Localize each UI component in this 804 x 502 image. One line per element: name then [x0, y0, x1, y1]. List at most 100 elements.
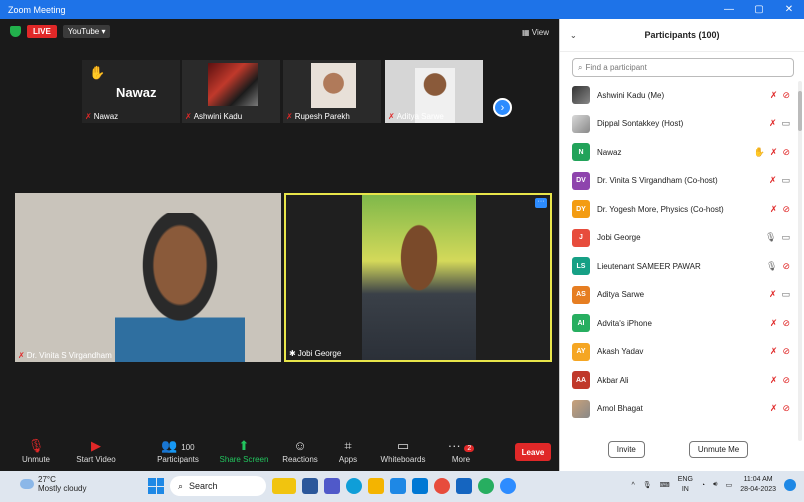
video-feed: [311, 63, 356, 108]
video-off-icon: ⊘: [782, 374, 790, 385]
avatar: DY: [572, 200, 590, 219]
thumb-name: Aditya Sarwe: [396, 112, 444, 121]
keyboard-icon[interactable]: ⌨: [660, 481, 670, 489]
mic-off-icon: ✗: [769, 346, 778, 357]
whiteboards-button[interactable]: ▭ Whiteboards: [374, 437, 432, 464]
security-shield-icon[interactable]: [10, 26, 21, 37]
video-icon: ▭: [781, 232, 790, 243]
video-off-icon: ⊘: [782, 260, 790, 271]
participant-name: Jobi George: [597, 233, 641, 243]
microphone-icon[interactable]: 🎙︎: [643, 481, 652, 489]
file-explorer-icon[interactable]: [368, 478, 384, 494]
thumb-tile-nawaz[interactable]: ✋ Nawaz ✗ Nawaz: [82, 60, 180, 123]
participant-row[interactable]: DY Dr. Yogesh More, Physics (Co-host) ✗ ⊘: [560, 195, 796, 224]
apps-label: Apps: [338, 455, 358, 464]
reactions-button[interactable]: ☺ Reactions: [278, 437, 322, 464]
weather-widget[interactable]: 27°C Mostly cloudy: [20, 475, 86, 493]
live-badge[interactable]: LIVE: [27, 25, 57, 38]
avatar: [572, 114, 590, 133]
minimize-button[interactable]: —: [714, 4, 744, 15]
lang-region: IN: [681, 486, 689, 493]
view-label: View: [531, 28, 549, 37]
participant-row[interactable]: Amol Bhagat ✗ ⊘: [560, 395, 796, 424]
video-feed: [362, 195, 476, 360]
leave-button[interactable]: Leave: [515, 443, 551, 461]
mic-off-icon: ✗: [185, 112, 192, 121]
scrollbar[interactable]: [798, 81, 802, 441]
participant-name: Amol Bhagat: [597, 404, 643, 414]
participant-row[interactable]: AA Akbar Ali ✗ ⊘: [560, 366, 796, 395]
unmute-button[interactable]: 🎙︎ Unmute: [14, 437, 58, 464]
participant-row[interactable]: AY Akash Yadav ✗ ⊘: [560, 338, 796, 367]
participant-name: Akbar Ali: [597, 375, 629, 385]
store-app-icon[interactable]: [390, 478, 406, 494]
more-button[interactable]: ··· 2 More: [444, 437, 478, 464]
widgets-app-icon[interactable]: [272, 478, 296, 494]
wifi-icon[interactable]: ◔: [701, 482, 705, 489]
chrome-app-icon[interactable]: [434, 478, 450, 494]
maximize-button[interactable]: ▢: [744, 4, 774, 15]
search-icon: ⌕: [178, 480, 184, 491]
view-button[interactable]: ▦ View: [522, 28, 549, 37]
start-button[interactable]: [148, 478, 164, 494]
close-button[interactable]: ✕: [774, 4, 804, 15]
participant-row[interactable]: Ashwini Kadu (Me) ✗ ⊘: [560, 81, 796, 110]
video-off-icon: ⊘: [782, 403, 790, 414]
video-tile-jobi[interactable]: ··· ✱ Jobi George: [284, 193, 552, 362]
whiteboards-label: Whiteboards: [380, 455, 426, 464]
participant-search[interactable]: ⌕ Find a participant: [572, 58, 794, 77]
avatar: LS: [572, 257, 590, 276]
battery-icon[interactable]: ▭: [726, 481, 733, 489]
taskbar-search-label: Search: [189, 481, 218, 491]
unmute-me-button[interactable]: Unmute Me: [688, 441, 749, 458]
mic-off-icon: ✗: [768, 289, 777, 300]
participant-row[interactable]: AI Advita's iPhone ✗ ⊘: [560, 309, 796, 338]
tile-name: Jobi George: [297, 349, 342, 358]
language-indicator[interactable]: ENG IN: [678, 475, 693, 495]
start-video-button[interactable]: ▶︎ Start Video: [66, 437, 126, 464]
thumb-tile-aditya[interactable]: ✗ Aditya Sarwe: [385, 60, 483, 123]
mic-icon: 🎙︎: [765, 232, 777, 243]
chevron-up-icon[interactable]: ^: [631, 482, 634, 489]
lang-text: ENG: [677, 476, 693, 483]
clock[interactable]: 11:04 AM 28-04-2023: [740, 475, 776, 495]
mail-app-icon[interactable]: [412, 478, 428, 494]
apps-button[interactable]: ⌗ Apps: [330, 437, 366, 464]
participants-button[interactable]: 👥 100 Participants: [148, 437, 208, 464]
thumb-big-name: Nawaz: [116, 85, 157, 100]
mic-off-icon: 🎙︎: [27, 438, 45, 453]
more-label: More: [451, 455, 471, 464]
word-app-icon[interactable]: [302, 478, 318, 494]
thumb-tile-rupesh[interactable]: ✗ Rupesh Parekh: [283, 60, 381, 123]
notification-icon[interactable]: [784, 479, 796, 491]
participant-row[interactable]: LS Lieutenant SAMEER PAWAR 🎙︎ ⊘: [560, 252, 796, 281]
chevron-down-icon[interactable]: ⌄: [570, 31, 577, 40]
app-icon[interactable]: [456, 478, 472, 494]
teams-app-icon[interactable]: [324, 478, 340, 494]
participant-row[interactable]: N Nawaz ✋ ✗ ⊘: [560, 138, 796, 167]
share-screen-button[interactable]: ⬆ Share Screen: [218, 437, 270, 464]
participant-name: Dr. Yogesh More, Physics (Co-host): [597, 204, 724, 214]
participant-row[interactable]: J Jobi George 🎙︎ ▭: [560, 224, 796, 253]
avatar: AA: [572, 371, 590, 390]
participant-row[interactable]: DV Dr. Vinita S Virgandham (Co-host) ✗ ▭: [560, 167, 796, 196]
weather-text: Mostly cloudy: [38, 484, 87, 493]
volume-icon[interactable]: 🔊︎: [713, 481, 717, 489]
start-video-label: Start Video: [76, 455, 116, 464]
zoom-app-icon[interactable]: [500, 478, 516, 494]
chrome-alt-icon[interactable]: [478, 478, 494, 494]
invite-button[interactable]: Invite: [607, 441, 645, 458]
thumb-tile-ashwini[interactable]: ✗ Ashwini Kadu: [182, 60, 280, 123]
mic-off-icon: ✗: [388, 112, 395, 121]
raised-hand-icon: ✋: [753, 146, 765, 157]
edge-app-icon[interactable]: [346, 478, 362, 494]
panel-title: Participants (100): [644, 30, 720, 40]
more-options-icon[interactable]: ···: [535, 198, 547, 208]
stream-dropdown[interactable]: YouTube ▾: [62, 25, 111, 38]
participant-row[interactable]: Dippal Sontakkey (Host) ✗ ▭: [560, 110, 796, 139]
video-feed: [115, 213, 245, 362]
participant-row[interactable]: AS Aditya Sarwe ✗ ▭: [560, 281, 796, 310]
taskbar-search[interactable]: ⌕ Search: [170, 476, 266, 496]
video-tile-vinita[interactable]: ✗ Dr. Vinita S Virgandham: [15, 193, 281, 362]
next-page-arrow[interactable]: ›: [493, 98, 512, 117]
